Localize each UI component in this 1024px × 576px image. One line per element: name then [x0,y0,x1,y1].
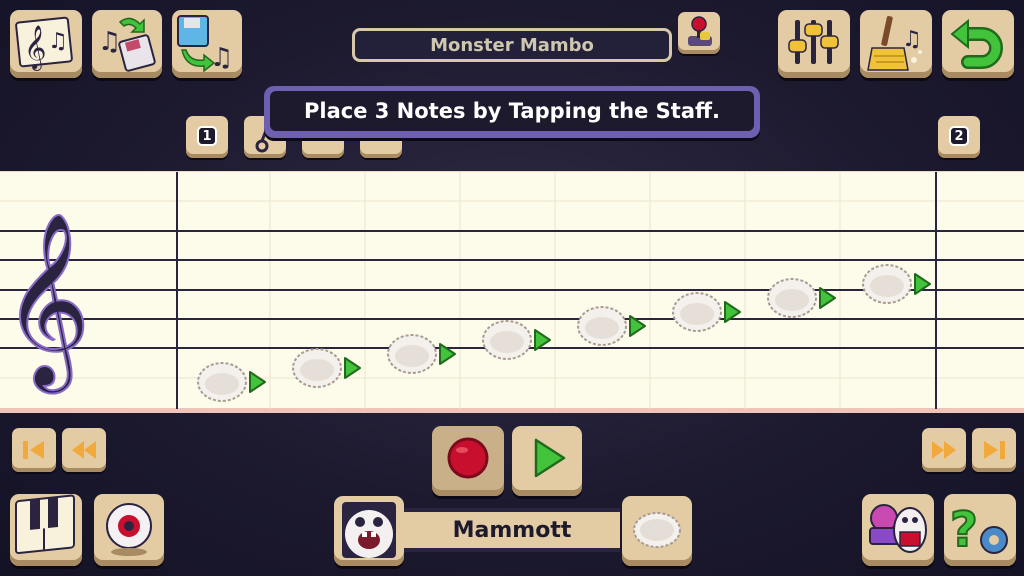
joystick-button[interactable] [678,12,720,54]
note[interactable] [387,334,456,374]
note-type-button[interactable] [622,496,692,566]
mixer-icon [788,20,839,64]
piano-button[interactable] [10,494,82,566]
note[interactable] [672,292,741,332]
note[interactable] [197,362,266,402]
skip-end-button[interactable] [972,428,1016,472]
fluff-shade [490,331,524,353]
svg-text:♫: ♫ [48,29,68,54]
note[interactable] [292,348,361,388]
fluff-note-icon [633,512,681,548]
fluff-shade [680,303,714,325]
note-duration-arrow-icon[interactable] [344,357,361,379]
note[interactable] [862,264,931,304]
music-staff[interactable]: 𝄞 [0,171,1024,413]
note-duration-arrow-icon[interactable] [249,371,266,393]
note[interactable] [577,306,646,346]
svg-text:♫: ♫ [210,43,233,73]
page-2-label: 2 [949,126,969,146]
monster-collection-button[interactable] [862,494,934,566]
undo-icon [950,18,1003,69]
step-back-icon [72,441,96,459]
note[interactable] [482,320,551,360]
song-sheet-icon: 𝄞 ♫ [15,16,73,71]
record-icon [447,437,489,479]
monster-name: Mammott [452,517,572,543]
svg-text:?: ? [950,502,978,558]
load-song-button[interactable]: ♫ [172,10,242,78]
eyeball-button[interactable] [94,494,164,566]
fluff-shade [300,359,334,381]
song-title: Monster Mambo [430,34,594,56]
page-1-button[interactable]: 1 [186,116,228,158]
play-button[interactable] [512,426,582,496]
record-button[interactable] [432,426,504,496]
skip-start-button[interactable] [12,428,56,472]
play-icon [534,438,566,478]
step-forward-button[interactable] [922,428,966,472]
skip-start-icon [23,441,44,459]
monster-collection-icon [869,504,927,553]
skip-end-icon [984,441,1005,459]
song-sheet-button[interactable]: 𝄞 ♫ [10,10,82,78]
svg-text:𝄞: 𝄞 [24,25,46,71]
help-settings-icon: ? [949,501,1008,559]
mixer-button[interactable] [778,10,850,78]
eyeball-icon [106,503,152,556]
song-title-field[interactable]: Monster Mambo [352,28,672,62]
step-back-button[interactable] [62,428,106,472]
clear-icon: ♫ [867,16,922,71]
fluff-shade [205,373,239,395]
step-forward-icon [932,441,956,459]
page-1-label: 1 [197,126,217,146]
fluff-shade [775,289,809,311]
svg-text:♫: ♫ [98,27,121,57]
save-songs-button[interactable]: ♫ [92,10,162,78]
fluff-shade [870,275,904,297]
save-songs-icon: ♫ [98,17,156,72]
treble-clef-icon: 𝄞 [2,212,91,394]
instruction-text: Place 3 Notes by Tapping the Staff. [303,99,721,123]
load-song-icon: ♫ [177,15,233,73]
instruction-banner: Place 3 Notes by Tapping the Staff. [264,86,760,138]
page-2-button[interactable]: 2 [938,116,980,158]
fluff-shade [585,317,619,339]
joystick-icon [688,16,712,46]
undo-button[interactable] [942,10,1014,78]
fluff-shade [395,345,429,367]
clear-button[interactable]: ♫ [860,10,932,78]
svg-text:♫: ♫ [902,27,922,52]
note[interactable] [767,278,836,318]
mammott-portrait-icon [342,502,396,558]
help-settings-button[interactable]: ? [944,494,1016,566]
piano-icon [15,494,75,555]
monster-name-bar: Mammott [404,508,620,552]
monster-portrait-button[interactable] [334,496,404,566]
